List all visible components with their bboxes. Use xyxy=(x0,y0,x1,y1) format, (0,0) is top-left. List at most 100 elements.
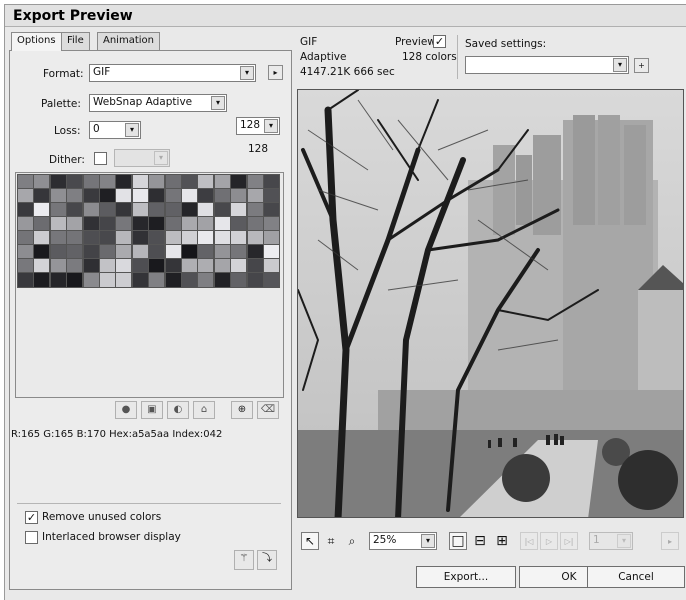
color-swatch[interactable] xyxy=(33,230,51,246)
color-swatch[interactable] xyxy=(131,258,149,274)
color-swatch-grid[interactable] xyxy=(17,174,281,288)
color-swatch[interactable] xyxy=(148,244,166,260)
chevron-down-icon[interactable]: ▾ xyxy=(240,66,254,80)
color-swatch[interactable] xyxy=(131,188,149,204)
color-swatch[interactable] xyxy=(263,202,280,218)
last-frame-icon[interactable]: ▷| xyxy=(560,532,578,550)
color-swatch[interactable] xyxy=(230,202,248,218)
loss-input[interactable]: 0 ▾ xyxy=(89,121,141,139)
color-swatch[interactable] xyxy=(49,272,67,288)
format-options-button[interactable]: ▸ xyxy=(268,65,283,80)
cancel-button[interactable]: Cancel xyxy=(587,566,685,588)
color-swatch[interactable] xyxy=(82,258,100,274)
color-swatch[interactable] xyxy=(115,258,133,274)
color-swatch[interactable] xyxy=(230,258,248,274)
color-swatch[interactable] xyxy=(197,188,215,204)
color-swatch[interactable] xyxy=(66,258,84,274)
color-swatch[interactable] xyxy=(17,188,34,204)
color-swatch[interactable] xyxy=(246,202,264,218)
zoom-select[interactable]: 25% ▾ xyxy=(369,532,437,550)
color-swatch[interactable] xyxy=(66,174,84,190)
color-swatch[interactable] xyxy=(33,258,51,274)
color-swatch[interactable] xyxy=(115,188,133,204)
color-swatch[interactable] xyxy=(99,188,116,204)
color-swatch[interactable] xyxy=(17,244,34,260)
color-swatch[interactable] xyxy=(181,230,198,246)
color-swatch[interactable] xyxy=(164,244,182,260)
color-swatch[interactable] xyxy=(99,272,116,288)
chevron-down-icon[interactable]: ▾ xyxy=(264,119,278,133)
color-swatch[interactable] xyxy=(115,244,133,260)
color-swatch[interactable] xyxy=(246,188,264,204)
chevron-down-icon[interactable]: ▾ xyxy=(421,534,435,548)
single-view-icon[interactable]: □ xyxy=(449,532,467,550)
color-swatch[interactable] xyxy=(213,216,231,232)
color-swatch[interactable] xyxy=(181,272,198,288)
tab-animation[interactable]: Animation xyxy=(97,32,160,50)
color-swatch[interactable] xyxy=(213,174,231,190)
palette-select[interactable]: WebSnap Adaptive ▾ xyxy=(89,94,227,112)
color-swatch[interactable] xyxy=(131,216,149,232)
color-swatch[interactable] xyxy=(263,272,280,288)
four-views-icon[interactable]: ⊞ xyxy=(493,532,511,550)
export-wizard-icon[interactable]: ⤵ xyxy=(257,550,277,570)
color-swatch[interactable] xyxy=(49,174,67,190)
color-swatch[interactable] xyxy=(66,230,84,246)
color-swatch[interactable] xyxy=(213,188,231,204)
add-color-icon[interactable]: ⊕ xyxy=(231,401,253,419)
color-swatch[interactable] xyxy=(181,244,198,260)
color-swatch[interactable] xyxy=(17,230,34,246)
chevron-down-icon[interactable]: ▾ xyxy=(154,151,168,165)
color-swatch[interactable] xyxy=(213,272,231,288)
color-swatch[interactable] xyxy=(181,188,198,204)
color-swatch[interactable] xyxy=(197,216,215,232)
export-button[interactable]: Export... xyxy=(416,566,516,588)
color-swatch[interactable] xyxy=(131,174,149,190)
color-swatch[interactable] xyxy=(263,216,280,232)
remove-unused-colors-checkbox[interactable]: ✓ xyxy=(25,511,38,524)
color-swatch[interactable] xyxy=(213,244,231,260)
color-swatch[interactable] xyxy=(99,244,116,260)
add-setting-button[interactable]: + xyxy=(634,58,649,73)
color-swatch[interactable] xyxy=(17,174,34,190)
color-swatch[interactable] xyxy=(148,272,166,288)
color-swatch[interactable] xyxy=(115,202,133,218)
color-swatch[interactable] xyxy=(197,202,215,218)
color-swatch[interactable] xyxy=(131,244,149,260)
color-swatch[interactable] xyxy=(49,202,67,218)
color-swatch[interactable] xyxy=(148,174,166,190)
color-swatch[interactable] xyxy=(82,216,100,232)
color-swatch[interactable] xyxy=(230,230,248,246)
color-swatch[interactable] xyxy=(66,202,84,218)
color-swatch[interactable] xyxy=(213,202,231,218)
color-swatch[interactable] xyxy=(148,216,166,232)
color-swatch[interactable] xyxy=(115,230,133,246)
color-swatch[interactable] xyxy=(33,174,51,190)
color-swatch[interactable] xyxy=(246,216,264,232)
color-swatch[interactable] xyxy=(164,258,182,274)
color-swatch[interactable] xyxy=(99,174,116,190)
optimize-wand-icon[interactable]: ⚚ xyxy=(234,550,254,570)
color-swatch[interactable] xyxy=(230,244,248,260)
chevron-down-icon[interactable]: ▾ xyxy=(211,96,225,110)
color-swatch[interactable] xyxy=(115,216,133,232)
color-swatch[interactable] xyxy=(213,258,231,274)
color-swatch[interactable] xyxy=(164,216,182,232)
color-swatch[interactable] xyxy=(197,258,215,274)
color-swatch[interactable] xyxy=(246,174,264,190)
play-icon[interactable]: ▷ xyxy=(540,532,558,550)
color-swatch[interactable] xyxy=(17,258,34,274)
first-frame-icon[interactable]: |◁ xyxy=(520,532,538,550)
color-swatch[interactable] xyxy=(164,272,182,288)
color-swatch[interactable] xyxy=(66,244,84,260)
snap-to-web-icon[interactable]: ● xyxy=(115,401,137,419)
color-swatch[interactable] xyxy=(181,174,198,190)
color-swatch[interactable] xyxy=(131,230,149,246)
color-swatch[interactable] xyxy=(148,258,166,274)
color-swatch[interactable] xyxy=(17,216,34,232)
color-swatch[interactable] xyxy=(246,258,264,274)
color-swatch[interactable] xyxy=(115,272,133,288)
color-swatch[interactable] xyxy=(33,244,51,260)
format-select[interactable]: GIF ▾ xyxy=(89,64,256,82)
color-swatch[interactable] xyxy=(230,272,248,288)
